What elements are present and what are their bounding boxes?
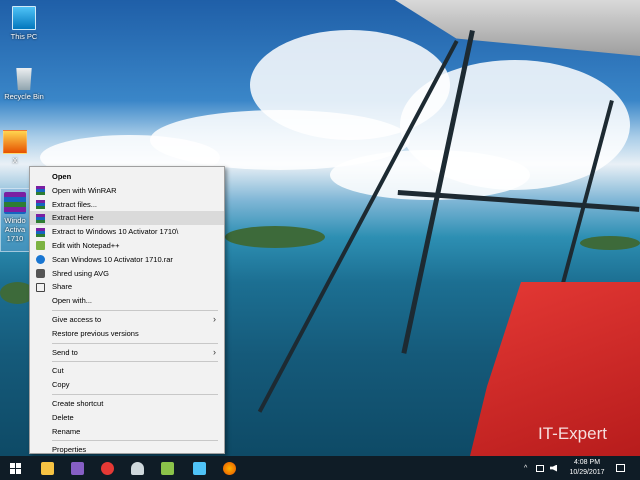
- start-button[interactable]: [0, 456, 30, 480]
- menu-item-label: Open with WinRAR: [52, 185, 117, 195]
- menu-item-send-to[interactable]: Send to ›: [30, 346, 224, 360]
- chevron-right-icon: ›: [213, 346, 216, 357]
- tray-overflow-button[interactable]: ^: [524, 456, 527, 480]
- menu-item-label: Send to: [52, 347, 78, 357]
- menu-item-label: Open: [52, 172, 72, 181]
- menu-item-open[interactable]: Open: [30, 170, 224, 184]
- island-decoration: [225, 226, 325, 248]
- menu-item-label: Cut: [52, 366, 64, 376]
- menu-item-copy[interactable]: Copy: [30, 378, 224, 392]
- menu-item-label: Give access to: [52, 314, 102, 324]
- menu-item-open-with[interactable]: Open with...: [30, 294, 224, 308]
- desktop-icon-label: Windo Activa 1710: [4, 216, 26, 243]
- computer-icon: [12, 6, 36, 30]
- menu-item-label: Restore previous versions: [52, 328, 139, 338]
- menu-separator: [52, 393, 218, 395]
- system-clock[interactable]: 4:08 PM 10/29/2017: [558, 458, 616, 478]
- taskbar-devexpress[interactable]: [92, 456, 122, 480]
- winrar-icon: [36, 213, 45, 223]
- menu-item-label: Share: [52, 282, 73, 292]
- taskbar-visual-studio[interactable]: [62, 456, 92, 480]
- menu-item-label: Open with...: [52, 296, 93, 306]
- winrar-icon: [36, 186, 45, 196]
- shredder-icon: [36, 269, 45, 279]
- menu-item-label: Scan Windows 10 Activator 1710.rar: [52, 254, 173, 264]
- desktop-icon-archive[interactable]: Windo Activa 1710: [0, 192, 30, 243]
- share-icon: [36, 282, 45, 292]
- menu-item-label: Delete: [52, 412, 74, 422]
- taskbar-user-app[interactable]: [122, 456, 152, 480]
- chevron-right-icon: ›: [213, 313, 216, 324]
- menu-item-extract-files[interactable]: Extract files...: [30, 198, 224, 212]
- menu-item-create-shortcut[interactable]: Create shortcut: [30, 397, 224, 411]
- taskbar-remote-desktop[interactable]: [184, 456, 214, 480]
- recycle-bin-icon: [16, 68, 32, 90]
- menu-item-label: Properties: [52, 445, 87, 455]
- menu-item-extract-to[interactable]: Extract to Windows 10 Activator 1710\: [30, 225, 224, 239]
- desktop-icon-this-pc[interactable]: This PC: [3, 6, 45, 41]
- volume-icon[interactable]: [550, 456, 557, 480]
- notifications-button[interactable]: [616, 456, 625, 480]
- winrar-icon: [36, 227, 45, 237]
- menu-item-label: Rename: [52, 426, 81, 436]
- menu-item-delete[interactable]: Delete: [30, 411, 224, 425]
- desktop-icon-file[interactable]: X: [0, 130, 30, 165]
- island-decoration: [580, 236, 640, 250]
- avg-icon: [36, 255, 45, 265]
- winrar-archive-icon: [4, 192, 26, 214]
- chevron-up-icon: ^: [524, 464, 528, 472]
- taskbar-firefox[interactable]: [214, 456, 244, 480]
- menu-separator: [52, 342, 218, 344]
- menu-item-label: Shred using AVG: [52, 268, 109, 278]
- notification-icon: [616, 464, 625, 472]
- taskbar-file-explorer[interactable]: [32, 456, 62, 480]
- visual-studio-icon: [70, 461, 84, 475]
- notepad-plus-plus-icon: [160, 461, 174, 475]
- menu-item-edit-notepad[interactable]: Edit with Notepad++: [30, 239, 224, 253]
- menu-item-label: Extract Here: [52, 213, 94, 223]
- menu-item-label: Copy: [52, 380, 70, 390]
- menu-item-rename[interactable]: Rename: [30, 425, 224, 439]
- devexpress-icon: [100, 461, 114, 475]
- winrar-icon: [36, 200, 45, 210]
- menu-item-shred[interactable]: Shred using AVG: [30, 267, 224, 281]
- menu-item-scan[interactable]: Scan Windows 10 Activator 1710.rar: [30, 253, 224, 267]
- menu-item-extract-here[interactable]: Extract Here: [30, 211, 224, 226]
- menu-item-label: Edit with Notepad++: [52, 240, 120, 250]
- menu-item-label: Extract files...: [52, 199, 98, 209]
- context-menu: Open Open with WinRAR Extract files... E…: [29, 166, 225, 454]
- menu-separator: [52, 309, 218, 311]
- firefox-icon: [222, 461, 236, 475]
- file-icon: [3, 130, 27, 154]
- taskbar-notepad-plus-plus[interactable]: [152, 456, 182, 480]
- remote-desktop-icon: [192, 461, 206, 475]
- menu-item-cut[interactable]: Cut: [30, 364, 224, 378]
- menu-item-open-with-winrar[interactable]: Open with WinRAR: [30, 184, 224, 198]
- desktop-icon-recycle-bin[interactable]: Recycle Bin: [3, 68, 45, 101]
- user-icon: [130, 461, 144, 475]
- desktop-icon-label: This PC: [10, 32, 38, 41]
- file-explorer-icon: [40, 461, 54, 475]
- clock-time: 4:08 PM: [573, 459, 601, 466]
- start-icon: [9, 462, 21, 474]
- menu-item-share[interactable]: Share: [30, 280, 224, 294]
- menu-item-give-access[interactable]: Give access to ›: [30, 313, 224, 327]
- menu-separator: [52, 361, 218, 363]
- notepad-plus-plus-icon: [36, 241, 45, 251]
- menu-item-label: Extract to Windows 10 Activator 1710\: [52, 227, 179, 237]
- network-icon[interactable]: [536, 456, 544, 480]
- menu-item-label: Create shortcut: [52, 398, 104, 408]
- watermark-text: IT-Expert: [538, 424, 607, 443]
- taskbar: ^ 4:08 PM 10/29/2017: [0, 456, 640, 480]
- clock-date: 10/29/2017: [569, 469, 605, 476]
- desktop-icon-label: X: [12, 156, 18, 165]
- desktop-icon-label: Recycle Bin: [4, 92, 44, 101]
- menu-separator: [52, 440, 218, 442]
- menu-item-restore-versions[interactable]: Restore previous versions: [30, 327, 224, 341]
